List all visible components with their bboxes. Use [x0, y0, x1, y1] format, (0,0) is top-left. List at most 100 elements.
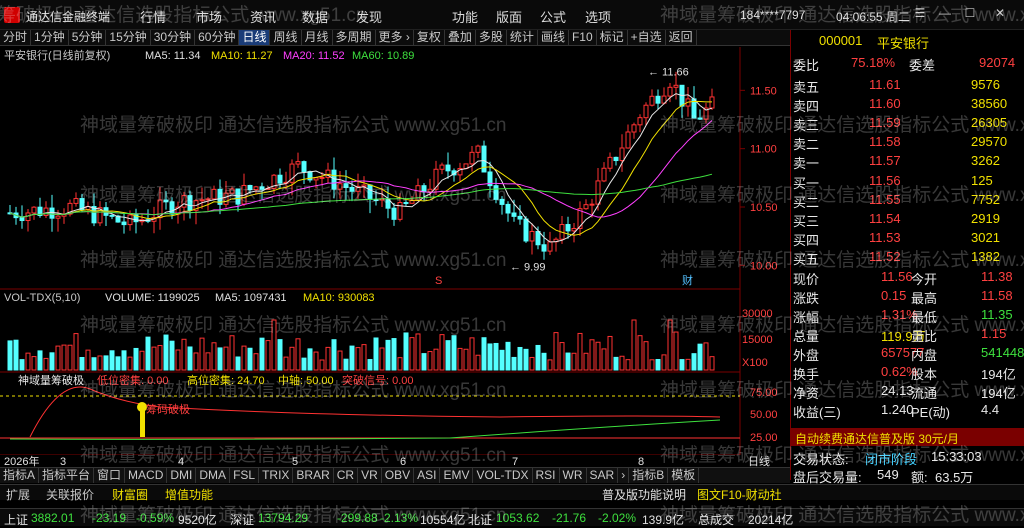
- indicator-tab[interactable]: 模板: [668, 468, 700, 483]
- stat-row[interactable]: 涨幅 1.31% 最低 11.35: [791, 306, 1024, 325]
- stat-row[interactable]: 总量 119.9万 量比 1.15: [791, 325, 1024, 344]
- indicator-tab[interactable]: WR: [560, 468, 587, 483]
- volume-bar: [319, 359, 325, 371]
- timeline-month: 5: [292, 456, 298, 467]
- bid-row[interactable]: 买三 11.54 2919: [791, 210, 1024, 229]
- tab-1[interactable]: 1分钟: [31, 30, 69, 45]
- function-item[interactable]: 扩展: [6, 486, 30, 503]
- tab-18[interactable]: +自选: [628, 30, 666, 45]
- indicator-tab[interactable]: SAR: [587, 468, 619, 483]
- tab-13[interactable]: 多股: [476, 30, 507, 45]
- ask-row[interactable]: 卖五 11.61 9576: [791, 76, 1024, 95]
- stock-title[interactable]: 000001 平安银行: [791, 32, 1024, 51]
- menu-2[interactable]: 资讯: [250, 7, 276, 26]
- menu-4[interactable]: 发现: [356, 7, 382, 26]
- indicator-tab[interactable]: 指标平台: [39, 468, 95, 483]
- tab-12[interactable]: 叠加: [445, 30, 476, 45]
- maximize-icon[interactable]: ☐: [960, 6, 980, 24]
- tab-7[interactable]: 周线: [270, 30, 302, 45]
- candle-body: [121, 221, 127, 226]
- trade-status-row[interactable]: 交易状态: 闭市阶段 15:33:03: [791, 448, 1024, 467]
- bid-row[interactable]: 买二 11.55 7752: [791, 191, 1024, 210]
- menu-8[interactable]: 选项: [585, 7, 611, 26]
- tab-4[interactable]: 30分钟: [151, 30, 196, 45]
- ask-row[interactable]: 卖三 11.59 26305: [791, 114, 1024, 133]
- tab-5[interactable]: 60分钟: [195, 30, 240, 45]
- candle-body: [253, 186, 259, 191]
- ask-row[interactable]: 卖四 11.60 38560: [791, 95, 1024, 114]
- tab-15[interactable]: 画线: [538, 30, 569, 45]
- tab-9[interactable]: 多周期: [333, 30, 376, 45]
- close-icon[interactable]: ✕: [990, 6, 1010, 24]
- status-item: 深证: [230, 513, 255, 527]
- tab-3[interactable]: 15分钟: [106, 30, 151, 45]
- indicator-tab[interactable]: ›: [618, 468, 630, 483]
- indicator-tab[interactable]: RSI: [533, 468, 560, 483]
- bid-row[interactable]: 买四 11.53 3021: [791, 229, 1024, 248]
- indicator-tab[interactable]: CR: [334, 468, 359, 483]
- tab-11[interactable]: 复权: [414, 30, 445, 45]
- ask-row[interactable]: 卖二 11.58 29570: [791, 133, 1024, 152]
- indicator-tab[interactable]: DMI: [167, 468, 197, 483]
- indicator-tab[interactable]: 窗口: [94, 468, 126, 483]
- indicator-tab[interactable]: VR: [358, 468, 382, 483]
- bid-row[interactable]: 买一 11.56 125: [791, 172, 1024, 191]
- tab-2[interactable]: 5分钟: [69, 30, 107, 45]
- ad-banner[interactable]: 自动续费通达信普及版 30元/月: [791, 428, 1024, 446]
- account-id[interactable]: 184****7797: [740, 8, 805, 22]
- indicator-tab[interactable]: BRAR: [293, 468, 334, 483]
- indicator-tab[interactable]: MACD: [125, 468, 168, 483]
- order-ratio-row[interactable]: 委比 75.18% 委差 92074: [791, 54, 1024, 73]
- after-hours-row[interactable]: 盘后交易量: 549 额: 63.5万: [791, 466, 1024, 485]
- indicator-tab[interactable]: 指标A: [0, 468, 40, 483]
- stat-row[interactable]: 换手 0.62% 股本 194亿: [791, 363, 1024, 382]
- tab-16[interactable]: F10: [569, 30, 597, 45]
- menu-5[interactable]: 功能: [452, 7, 478, 26]
- minimize-icon[interactable]: —: [935, 6, 955, 24]
- tab-17[interactable]: 标记: [597, 30, 628, 45]
- volume-bar: [481, 337, 487, 371]
- indicator-tab[interactable]: 指标B: [629, 468, 669, 483]
- ask-row[interactable]: 卖一 11.57 3262: [791, 152, 1024, 171]
- function-item[interactable]: 增值功能: [165, 486, 213, 503]
- stat-row[interactable]: 收益(三) 1.240 PE(动) 4.4: [791, 401, 1024, 420]
- stat-row[interactable]: 涨跌 0.15 最高 11.58: [791, 287, 1024, 306]
- menu-1[interactable]: 市场: [196, 7, 222, 26]
- menu-7[interactable]: 公式: [540, 7, 566, 26]
- indicator-tab[interactable]: TRIX: [259, 468, 294, 483]
- tab-14[interactable]: 统计: [507, 30, 538, 45]
- indicator-tab[interactable]: OBV: [382, 468, 415, 483]
- tab-6[interactable]: 日线: [239, 30, 271, 45]
- stat-row[interactable]: 净资 24.13 流通 194亿: [791, 382, 1024, 401]
- volume-bar: [565, 352, 571, 371]
- f10-link[interactable]: 图文F10-财动社: [697, 486, 782, 503]
- kline-chart[interactable]: 平安银行(日线前复权) MA5: 11.34 MA10: 11.27 MA20: 11…: [0, 47, 790, 467]
- indicator-tab[interactable]: VOL-TDX: [473, 468, 533, 483]
- indicator-tab[interactable]: FSL: [230, 468, 260, 483]
- tab-19[interactable]: 返回: [666, 30, 697, 45]
- news-link[interactable]: 普及版功能说明: [602, 486, 686, 503]
- ask-price: 11.61: [869, 77, 901, 92]
- volume-bar: [475, 354, 481, 371]
- menu-0[interactable]: 行情: [140, 7, 166, 26]
- tab-10[interactable]: 更多 ›: [376, 30, 414, 45]
- stat-row[interactable]: 现价 11.56 今开 11.38: [791, 268, 1024, 287]
- quote-panel: 000001 平安银行 委比 75.18% 委差 92074 卖五 11.61 9576 卖四 11…: [790, 30, 1024, 485]
- volume-bar: [409, 337, 415, 371]
- function-item[interactable]: 财富圈: [112, 486, 148, 503]
- ma10-label: MA10: 11.27: [211, 50, 273, 62]
- stat-row[interactable]: 外盘 657577 内盘 541448: [791, 344, 1024, 363]
- menu-icon[interactable]: ☰: [910, 6, 930, 24]
- indicator-tab[interactable]: ASI: [414, 468, 441, 483]
- stock-name: 平安银行: [877, 36, 930, 51]
- bid-row[interactable]: 买五 11.52 1382: [791, 248, 1024, 267]
- menu-6[interactable]: 版面: [496, 7, 522, 26]
- function-item[interactable]: 关联报价: [46, 486, 94, 503]
- menu-3[interactable]: 数据: [302, 7, 328, 26]
- tab-0[interactable]: 分时: [0, 30, 32, 45]
- indicator-tab[interactable]: DMA: [196, 468, 231, 483]
- indicator-tab[interactable]: EMV: [440, 468, 474, 483]
- timeline-year: 2026年: [4, 454, 39, 467]
- tab-8[interactable]: 月线: [302, 30, 333, 45]
- ask-price: 11.60: [869, 96, 901, 111]
